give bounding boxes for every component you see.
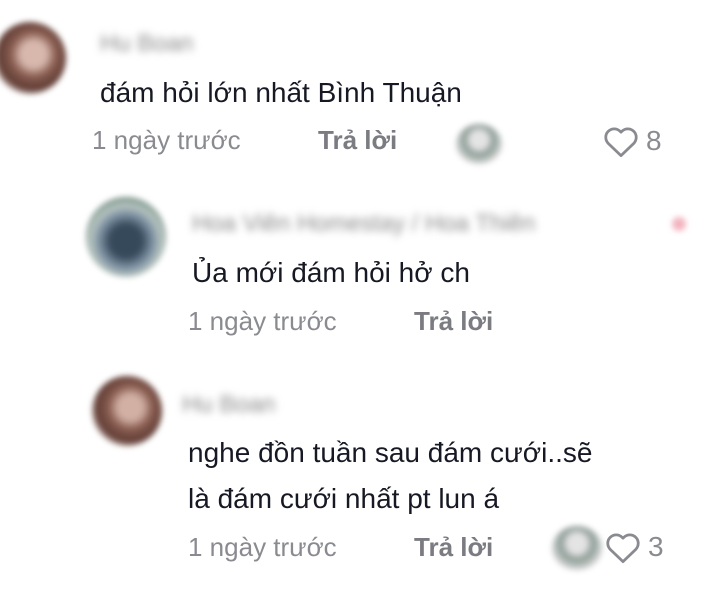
creator-liked-avatar (456, 124, 502, 164)
comment-username[interactable]: Hu Boan (100, 28, 230, 60)
reply-timestamp: 1 ngày trước (188, 532, 337, 562)
like-button[interactable]: 8 (602, 124, 662, 158)
reply-timestamp: 1 ngày trước (188, 306, 337, 336)
reply-username[interactable]: Hu Boan (182, 389, 322, 421)
like-button[interactable]: 3 (604, 530, 664, 564)
creator-liked-avatar (552, 526, 602, 570)
avatar[interactable] (86, 197, 166, 277)
reply-button[interactable]: Trả lời (414, 531, 493, 563)
heart-outline-icon (604, 530, 642, 564)
like-count: 8 (646, 125, 662, 156)
reply-text-line: là đám cưới nhất pt lun á (188, 483, 500, 514)
reply-button[interactable]: Trả lời (414, 305, 493, 337)
reply-text-line: nghe đồn tuần sau đám cưới..sẽ (188, 437, 593, 468)
reply-text-line: Ủa mới đám hỏi hở ch (192, 257, 470, 288)
like-count: 3 (648, 531, 664, 562)
comment-text: đám hỏi lớn nhất Bình Thuận (100, 77, 462, 108)
avatar[interactable] (92, 376, 162, 446)
avatar[interactable] (0, 22, 66, 94)
heart-outline-icon (602, 124, 640, 158)
reply-username[interactable]: Hoa Viên Homestay / Hoa Thiên (192, 208, 662, 240)
reply-button[interactable]: Trả lời (318, 124, 397, 156)
comment-timestamp: 1 ngày trước (92, 125, 241, 155)
badge-icon (672, 217, 686, 231)
